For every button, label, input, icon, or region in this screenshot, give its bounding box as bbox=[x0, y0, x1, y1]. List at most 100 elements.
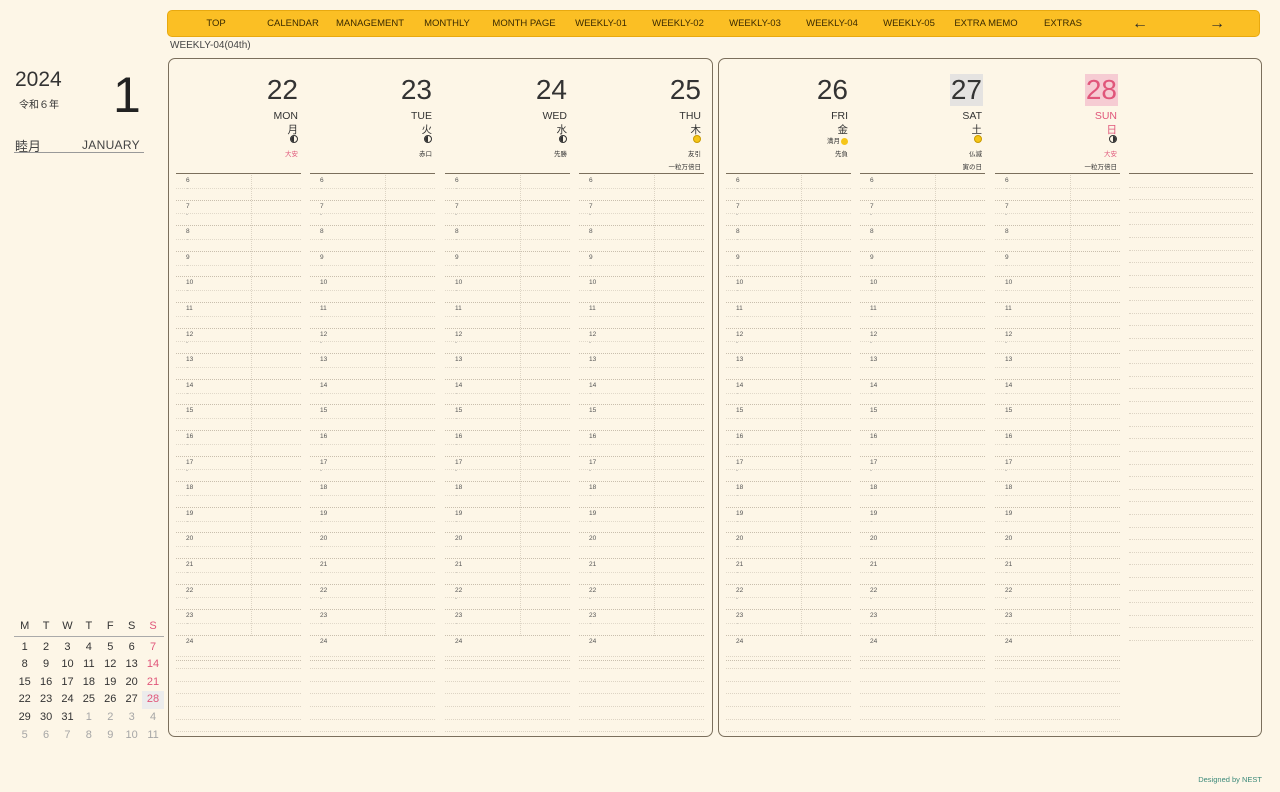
mini-calendar-day[interactable]: 17 bbox=[57, 674, 78, 692]
hour-slot[interactable]: 18 - bbox=[176, 482, 301, 508]
hour-slot[interactable]: 14 - bbox=[445, 380, 570, 406]
hour-slot[interactable]: 22 - bbox=[310, 585, 435, 611]
hour-slot[interactable]: 17 - bbox=[176, 457, 301, 483]
hour-slot[interactable]: 21 - bbox=[176, 559, 301, 585]
hour-slot[interactable]: 12 - bbox=[726, 329, 851, 355]
memo-lines[interactable] bbox=[1129, 175, 1253, 641]
hour-slot[interactable]: 19 - bbox=[176, 508, 301, 534]
hour-slot[interactable]: 12 - bbox=[579, 329, 704, 355]
hour-slot[interactable]: 23 - bbox=[176, 610, 301, 636]
hour-slot[interactable]: 11 - bbox=[579, 303, 704, 329]
hour-slot[interactable]: 6 - bbox=[860, 175, 985, 201]
hour-slot[interactable]: 13 - bbox=[995, 354, 1120, 380]
mini-calendar-day[interactable]: 31 bbox=[57, 709, 78, 727]
hour-slot[interactable]: 9 - bbox=[445, 252, 570, 278]
nav-top[interactable]: TOP bbox=[168, 18, 264, 29]
hour-slot[interactable]: 18 - bbox=[579, 482, 704, 508]
hour-slot[interactable]: 19 - bbox=[995, 508, 1120, 534]
mini-calendar-day[interactable]: 16 bbox=[35, 674, 56, 692]
mini-calendar-day[interactable]: 21 bbox=[142, 674, 163, 692]
hour-slot[interactable]: 20 - bbox=[995, 533, 1120, 559]
prev-arrow-icon[interactable]: ← bbox=[1092, 15, 1188, 33]
memo-lines[interactable] bbox=[726, 644, 851, 733]
day-column[interactable]: 22 MON 月 大安 6 - 7 - 8 - 9 - 10 - 11 - 12… bbox=[176, 59, 301, 733]
mini-calendar-day[interactable]: 9 bbox=[100, 727, 121, 745]
mini-calendar-day[interactable]: 4 bbox=[78, 639, 99, 657]
hour-slot[interactable]: 7 - bbox=[445, 201, 570, 227]
mini-calendar-day[interactable]: 3 bbox=[121, 709, 142, 727]
hour-slot[interactable]: 10 - bbox=[579, 277, 704, 303]
mini-calendar-day[interactable]: 29 bbox=[14, 709, 35, 727]
hour-slot[interactable]: 17 - bbox=[445, 457, 570, 483]
hour-slot[interactable]: 18 - bbox=[860, 482, 985, 508]
hour-slot[interactable]: 14 - bbox=[995, 380, 1120, 406]
hour-slot[interactable]: 15 - bbox=[726, 405, 851, 431]
hour-slot[interactable]: 14 - bbox=[579, 380, 704, 406]
mini-calendar-day[interactable]: 20 bbox=[121, 674, 142, 692]
hour-slot[interactable]: 8 - bbox=[726, 226, 851, 252]
hour-slot[interactable]: 16 - bbox=[176, 431, 301, 457]
hour-slot[interactable]: 23 - bbox=[445, 610, 570, 636]
hour-slot[interactable]: 11 - bbox=[860, 303, 985, 329]
day-column[interactable]: 24 WED 水 先勝 6 - 7 - 8 - 9 - 10 - 11 - 12… bbox=[445, 59, 570, 733]
hour-slot[interactable]: 15 - bbox=[579, 405, 704, 431]
mini-calendar-day[interactable]: 3 bbox=[57, 639, 78, 657]
hour-slot[interactable]: 7 - bbox=[860, 201, 985, 227]
hour-slot[interactable]: 9 - bbox=[176, 252, 301, 278]
hour-slot[interactable]: 19 - bbox=[445, 508, 570, 534]
hour-slot[interactable]: 6 - bbox=[726, 175, 851, 201]
mini-calendar-day[interactable]: 7 bbox=[57, 727, 78, 745]
mini-calendar-day[interactable]: 10 bbox=[57, 656, 78, 674]
hour-slot[interactable]: 13 - bbox=[579, 354, 704, 380]
hour-slot[interactable]: 12 - bbox=[176, 329, 301, 355]
mini-calendar-day[interactable]: 10 bbox=[121, 727, 142, 745]
memo-lines[interactable] bbox=[310, 644, 435, 733]
mini-calendar-day[interactable]: 1 bbox=[14, 639, 35, 657]
mini-calendar-day[interactable]: 8 bbox=[78, 727, 99, 745]
hour-slot[interactable]: 18 - bbox=[310, 482, 435, 508]
hour-slot[interactable]: 13 - bbox=[176, 354, 301, 380]
mini-calendar-day[interactable]: 4 bbox=[142, 709, 163, 727]
hour-slot[interactable]: 15 - bbox=[310, 405, 435, 431]
hour-slot[interactable]: 16 - bbox=[445, 431, 570, 457]
memo-lines[interactable] bbox=[445, 644, 570, 733]
nav-management[interactable]: MANAGEMENT bbox=[322, 18, 418, 29]
mini-calendar-day[interactable]: 2 bbox=[35, 639, 56, 657]
mini-calendar-day[interactable]: 7 bbox=[142, 639, 163, 657]
hour-slot[interactable]: 12 - bbox=[995, 329, 1120, 355]
hour-slot[interactable]: 16 - bbox=[995, 431, 1120, 457]
hour-slot[interactable]: 10 - bbox=[176, 277, 301, 303]
hour-slot[interactable]: 6 - bbox=[310, 175, 435, 201]
mini-calendar-day[interactable]: 15 bbox=[14, 674, 35, 692]
hour-slot[interactable]: 20 - bbox=[860, 533, 985, 559]
mini-calendar-day[interactable]: 30 bbox=[35, 709, 56, 727]
hour-slot[interactable]: 22 - bbox=[445, 585, 570, 611]
mini-calendar-day[interactable]: 13 bbox=[121, 656, 142, 674]
hour-slot[interactable]: 9 - bbox=[995, 252, 1120, 278]
mini-calendar-day[interactable]: 18 bbox=[78, 674, 99, 692]
hour-slot[interactable]: 11 - bbox=[445, 303, 570, 329]
nav-extras[interactable]: EXTRAS bbox=[1034, 18, 1092, 29]
hour-slot[interactable]: 17 - bbox=[995, 457, 1120, 483]
hour-slot[interactable]: 19 - bbox=[860, 508, 985, 534]
mini-calendar-day[interactable]: 19 bbox=[100, 674, 121, 692]
mini-calendar-day[interactable]: 5 bbox=[100, 639, 121, 657]
hour-slot[interactable]: 17 - bbox=[310, 457, 435, 483]
hour-slot[interactable]: 7 - bbox=[726, 201, 851, 227]
hour-slot[interactable]: 10 - bbox=[310, 277, 435, 303]
mini-calendar-day[interactable]: 11 bbox=[78, 656, 99, 674]
hour-slot[interactable]: 9 - bbox=[860, 252, 985, 278]
mini-calendar-day[interactable]: 5 bbox=[14, 727, 35, 745]
mini-calendar-day[interactable]: 26 bbox=[100, 691, 121, 709]
hour-slot[interactable]: 21 - bbox=[310, 559, 435, 585]
mini-calendar-day[interactable]: 25 bbox=[78, 691, 99, 709]
hour-slot[interactable]: 13 - bbox=[445, 354, 570, 380]
hour-slot[interactable]: 23 - bbox=[310, 610, 435, 636]
hour-slot[interactable]: 14 - bbox=[860, 380, 985, 406]
mini-calendar-day[interactable]: 9 bbox=[35, 656, 56, 674]
mini-calendar-day[interactable]: 24 bbox=[57, 691, 78, 709]
mini-calendar-day[interactable]: 6 bbox=[35, 727, 56, 745]
hour-slot[interactable]: 14 - bbox=[726, 380, 851, 406]
hour-slot[interactable]: 12 - bbox=[860, 329, 985, 355]
hour-slot[interactable]: 8 - bbox=[445, 226, 570, 252]
